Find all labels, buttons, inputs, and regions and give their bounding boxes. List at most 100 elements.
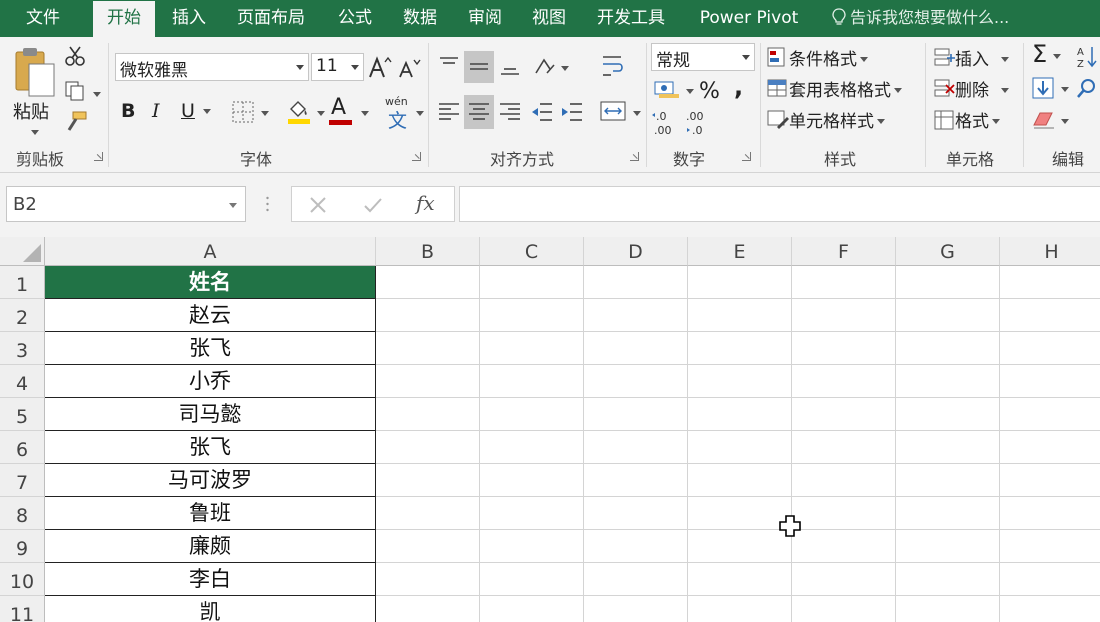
enter-check-icon[interactable] xyxy=(363,196,383,214)
column-header-b[interactable]: B xyxy=(376,237,480,266)
row-header[interactable]: 3 xyxy=(0,332,45,365)
resize-handle-icon[interactable] xyxy=(266,196,269,212)
insert-function-button[interactable]: fx xyxy=(416,191,435,215)
decrease-font-size-icon[interactable] xyxy=(398,57,422,79)
row-header[interactable]: 9 xyxy=(0,530,45,563)
cell-a9[interactable]: 廉颇 xyxy=(45,530,376,563)
align-top-icon[interactable] xyxy=(437,55,461,77)
align-middle-button[interactable] xyxy=(464,51,494,83)
insert-cells-button[interactable]: 插入 xyxy=(933,45,1009,70)
tab-home[interactable]: 开始 xyxy=(93,1,155,37)
formula-input[interactable] xyxy=(459,186,1100,222)
font-color-button[interactable]: A xyxy=(331,95,346,120)
tab-data[interactable]: 数据 xyxy=(391,0,449,37)
tab-file[interactable]: 文件 xyxy=(10,0,76,37)
row-header[interactable]: 5 xyxy=(0,398,45,431)
column-header-d[interactable]: D xyxy=(584,237,688,266)
accounting-format-icon[interactable] xyxy=(654,79,680,99)
cell-a4[interactable]: 小乔 xyxy=(45,365,376,398)
font-dialog-launcher-icon[interactable] xyxy=(412,152,421,161)
cell-a11[interactable]: 凯 xyxy=(45,596,376,622)
italic-button[interactable]: I xyxy=(152,100,160,122)
phonetic-dropdown-icon[interactable] xyxy=(416,111,424,116)
alignment-dialog-launcher-icon[interactable] xyxy=(630,152,639,161)
cut-icon[interactable] xyxy=(64,45,86,67)
paste-button[interactable]: 粘贴 xyxy=(8,43,60,137)
font-size-combo[interactable]: 11 xyxy=(311,53,364,81)
row-header[interactable]: 10 xyxy=(0,563,45,596)
find-select-icon[interactable] xyxy=(1076,77,1098,99)
clear-dropdown-icon[interactable] xyxy=(1061,119,1069,124)
align-right-icon[interactable] xyxy=(498,100,522,124)
fill-color-dropdown-icon[interactable] xyxy=(317,111,325,116)
sort-filter-icon[interactable]: A Z xyxy=(1076,45,1098,69)
row-header[interactable]: 11 xyxy=(0,596,45,622)
decrease-indent-icon[interactable] xyxy=(530,100,554,124)
fill-dropdown-icon[interactable] xyxy=(1061,87,1069,92)
column-header-f[interactable]: F xyxy=(792,237,896,266)
number-format-combo[interactable]: 常规 xyxy=(651,43,755,71)
name-box[interactable]: B2 xyxy=(6,186,246,222)
cell-a10[interactable]: 李白 xyxy=(45,563,376,596)
tab-formulas[interactable]: 公式 xyxy=(326,0,384,37)
font-color-dropdown-icon[interactable] xyxy=(361,111,369,116)
bold-button[interactable]: B xyxy=(121,100,135,122)
underline-button[interactable]: U xyxy=(181,100,211,122)
decrease-decimal-icon[interactable]: .00 .0 xyxy=(684,109,714,137)
column-header-c[interactable]: C xyxy=(480,237,584,266)
clear-icon[interactable] xyxy=(1032,109,1056,131)
format-painter-icon[interactable] xyxy=(64,111,88,133)
tab-power-pivot[interactable]: Power Pivot xyxy=(690,0,808,37)
row-header[interactable]: 7 xyxy=(0,464,45,497)
fill-icon[interactable] xyxy=(1032,77,1054,99)
cancel-icon[interactable] xyxy=(309,196,327,214)
tab-review[interactable]: 审阅 xyxy=(456,0,514,37)
align-bottom-icon[interactable] xyxy=(498,55,522,77)
merge-center-icon[interactable] xyxy=(600,99,626,123)
row-header[interactable]: 8 xyxy=(0,497,45,530)
format-cells-button[interactable]: 格式 xyxy=(933,107,1000,132)
cell-a6[interactable]: 张飞 xyxy=(45,431,376,464)
column-header-a[interactable]: A xyxy=(45,237,376,266)
cell-a3[interactable]: 张飞 xyxy=(45,332,376,365)
merge-dropdown-icon[interactable] xyxy=(633,111,641,116)
copy-dropdown-icon[interactable] xyxy=(93,92,101,97)
cell-a2[interactable]: 赵云 xyxy=(45,299,376,332)
select-all-button[interactable] xyxy=(0,237,45,266)
orientation-dropdown-icon[interactable] xyxy=(561,66,569,71)
comma-style-button[interactable]: , xyxy=(734,73,743,101)
cell-a8[interactable]: 鲁班 xyxy=(45,497,376,530)
copy-icon[interactable] xyxy=(64,80,86,102)
tab-view[interactable]: 视图 xyxy=(520,0,578,37)
row-header[interactable]: 4 xyxy=(0,365,45,398)
borders-icon[interactable] xyxy=(232,101,254,123)
fill-color-icon[interactable] xyxy=(286,97,312,125)
tab-developer[interactable]: 开发工具 xyxy=(586,0,676,37)
column-header-g[interactable]: G xyxy=(896,237,1000,266)
cell-a5[interactable]: 司马懿 xyxy=(45,398,376,431)
conditional-formatting-button[interactable]: 条件格式 xyxy=(767,45,868,70)
cell-styles-button[interactable]: 单元格样式 xyxy=(767,107,885,132)
tell-me-box[interactable]: 告诉我您想要做什么... xyxy=(832,0,1009,37)
column-header-h[interactable]: H xyxy=(1000,237,1100,266)
wrap-text-icon[interactable] xyxy=(601,53,625,79)
delete-cells-button[interactable]: 删除 xyxy=(933,76,1009,101)
increase-font-size-icon[interactable] xyxy=(368,55,392,79)
clipboard-dialog-launcher-icon[interactable] xyxy=(94,152,103,161)
format-as-table-button[interactable]: 套用表格格式 xyxy=(767,76,902,101)
tab-insert[interactable]: 插入 xyxy=(160,0,218,37)
row-header[interactable]: 2 xyxy=(0,299,45,332)
number-dialog-launcher-icon[interactable] xyxy=(742,152,751,161)
align-left-icon[interactable] xyxy=(437,100,461,124)
autosum-button[interactable]: Σ xyxy=(1032,40,1062,68)
tab-page-layout[interactable]: 页面布局 xyxy=(226,0,316,37)
percent-style-button[interactable]: % xyxy=(699,79,720,104)
accounting-dropdown-icon[interactable] xyxy=(686,89,694,94)
orientation-icon[interactable] xyxy=(532,55,556,77)
cell-a1-header[interactable]: 姓名 xyxy=(45,266,376,299)
font-name-combo[interactable]: 微软雅黑 xyxy=(115,53,309,81)
row-header[interactable]: 1 xyxy=(0,266,45,299)
align-center-button[interactable] xyxy=(464,95,494,129)
cell-a7[interactable]: 马可波罗 xyxy=(45,464,376,497)
increase-decimal-icon[interactable]: .0 .00 xyxy=(652,109,682,137)
